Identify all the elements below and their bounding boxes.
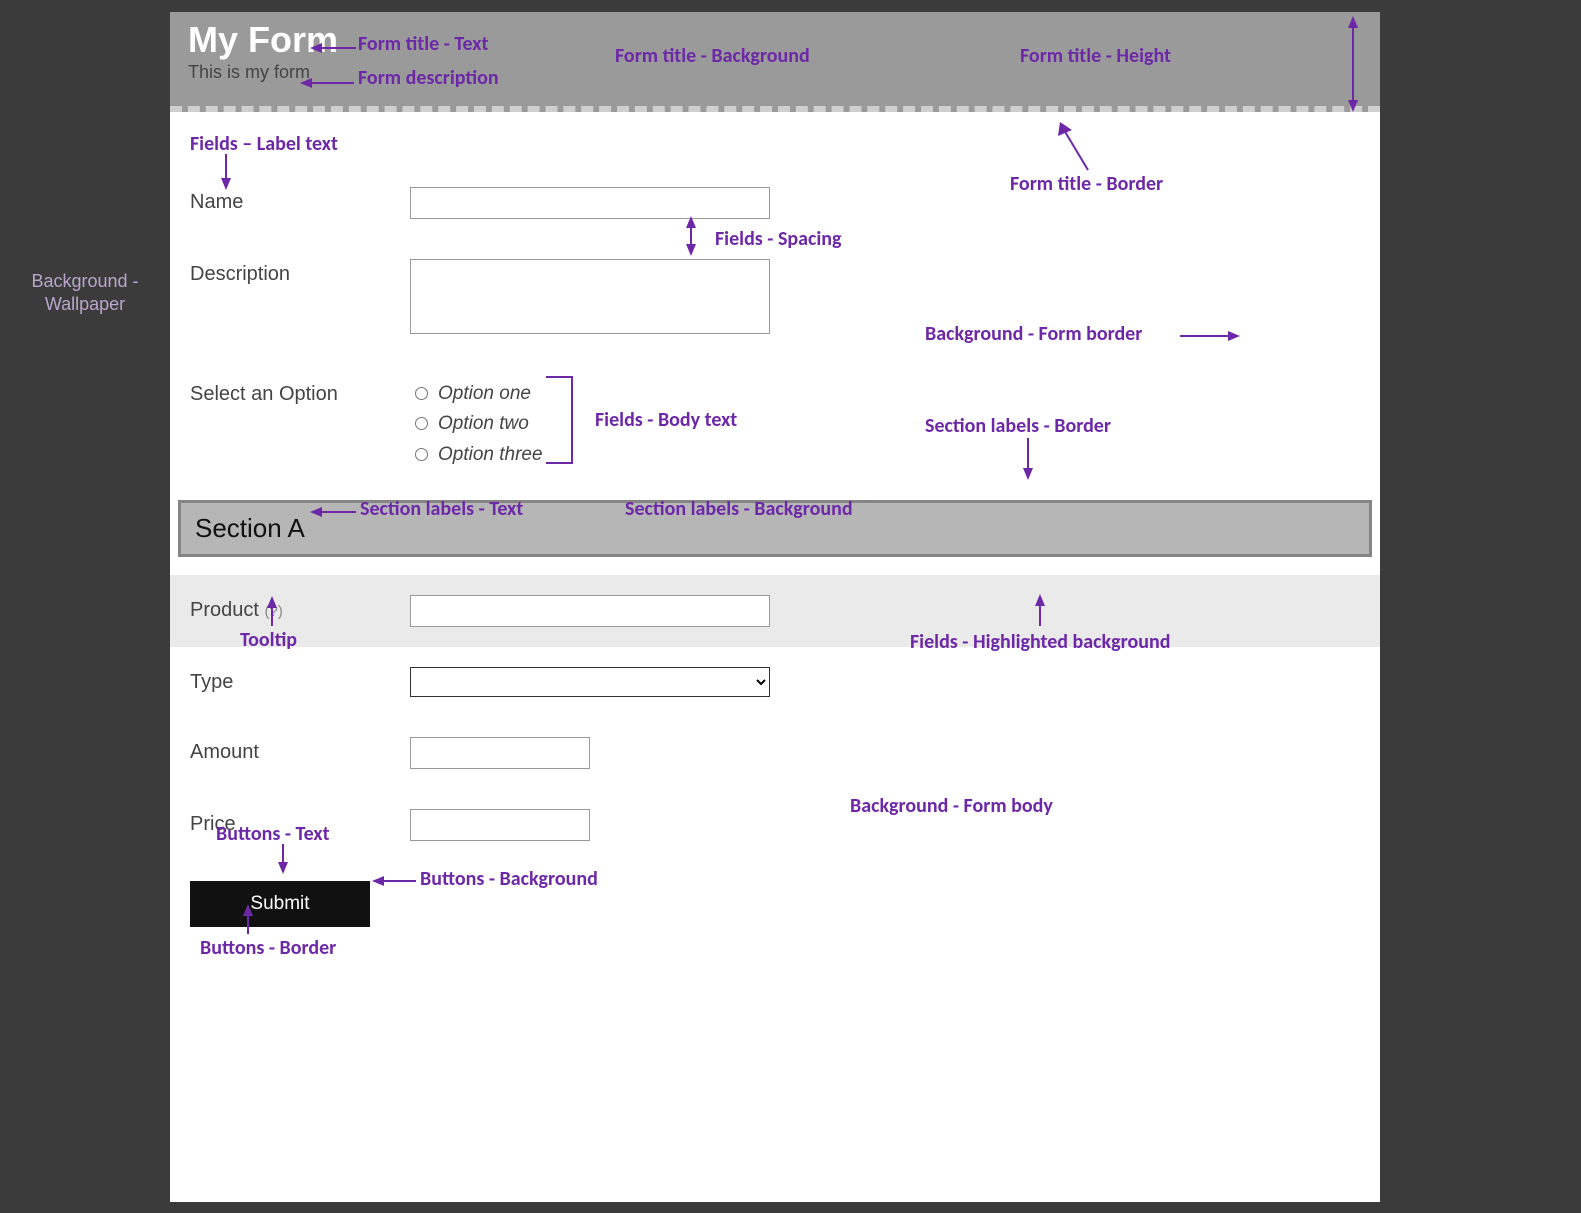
label-product: Product (?): [180, 595, 410, 622]
field-row-price: Price: [170, 789, 1380, 861]
field-row-product: Product (?): [170, 575, 1380, 647]
radio-option-3[interactable]: Option three: [410, 440, 1360, 470]
label-amount: Amount: [180, 737, 410, 764]
input-name[interactable]: [410, 187, 770, 219]
field-row-name: Name: [170, 167, 1380, 239]
button-row: Submit: [170, 861, 1380, 947]
section-header-a-text: Section A: [195, 513, 305, 543]
submit-button[interactable]: Submit: [190, 881, 370, 927]
annotation-background-wallpaper: Background - Wallpaper: [25, 270, 145, 317]
input-amount[interactable]: [410, 737, 590, 769]
textarea-description[interactable]: [410, 259, 770, 334]
field-row-description: Description: [170, 239, 1380, 359]
field-row-select: Select an Option Option one Option two O…: [170, 359, 1380, 490]
label-price: Price: [180, 809, 410, 836]
form-title-bar: My Form This is my form: [170, 12, 1380, 112]
label-description: Description: [180, 259, 410, 286]
radio-option-1[interactable]: Option one: [410, 379, 1360, 409]
input-price[interactable]: [410, 809, 590, 841]
label-select: Select an Option: [180, 379, 410, 406]
field-row-type: Type: [170, 647, 1380, 717]
radio-group-options: Option one Option two Option three: [410, 379, 1360, 470]
tooltip-icon[interactable]: (?): [265, 603, 283, 620]
label-type: Type: [180, 667, 410, 694]
section-header-a: Section A: [178, 500, 1372, 557]
form-title: My Form: [188, 20, 1362, 60]
select-type[interactable]: [410, 667, 770, 697]
form-container: My Form This is my form Name Description…: [170, 12, 1380, 1202]
field-row-amount: Amount: [170, 717, 1380, 789]
input-product[interactable]: [410, 595, 770, 627]
radio-option-2[interactable]: Option two: [410, 409, 1360, 439]
label-name: Name: [180, 187, 410, 214]
form-description: This is my form: [188, 62, 1362, 83]
